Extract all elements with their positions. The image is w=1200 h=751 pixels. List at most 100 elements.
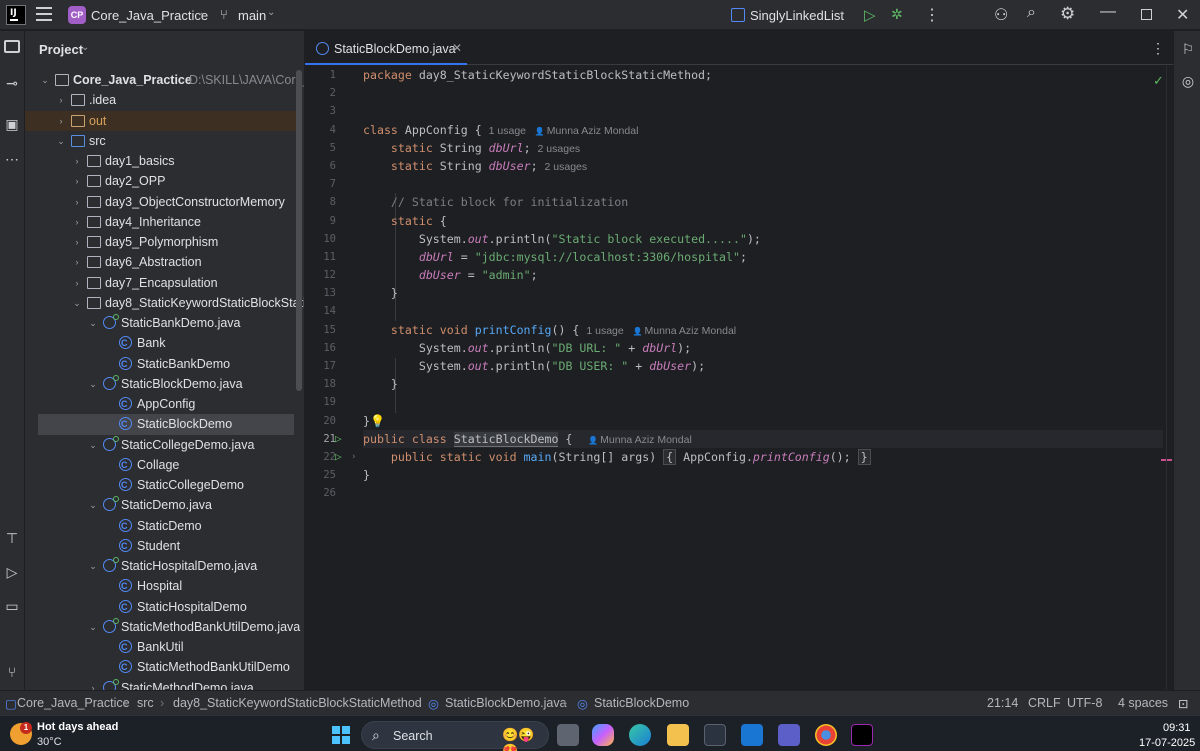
tree-item[interactable]: Student — [25, 536, 296, 556]
inlay-hint[interactable]: 2 usages — [545, 161, 588, 173]
code-line[interactable]: static { — [363, 212, 1163, 230]
code-line[interactable]: System.out.println("DB USER: " + dbUser)… — [363, 357, 1163, 375]
line-number[interactable]: 2 — [305, 84, 360, 102]
tree-item[interactable]: StaticMethodBankUtilDemo — [25, 657, 296, 677]
chevron-down-icon[interactable]: ⌄ — [88, 556, 98, 576]
more-tools-icon[interactable]: ⋯ — [3, 150, 21, 168]
code-line[interactable]: // Static block for initialization — [363, 193, 1163, 211]
chevron-down-icon[interactable]: ⌄ — [72, 293, 82, 313]
close-icon[interactable]: ✕ — [452, 41, 462, 55]
code-line[interactable]: dbUrl = "jdbc:mysql://localhost:3306/hos… — [363, 248, 1163, 266]
caret-position[interactable]: 21:14 — [987, 696, 1018, 710]
clock-time[interactable]: 09:31 — [1163, 722, 1191, 734]
inlay-hint[interactable]: 1 usage — [586, 325, 623, 337]
chevron-down-icon[interactable]: ⌄ — [838, 7, 846, 18]
line-number[interactable]: 12 — [305, 266, 360, 284]
chrome-icon[interactable] — [815, 724, 837, 746]
chevron-down-icon[interactable]: ⌄ — [196, 7, 204, 18]
inlay-hint[interactable]: 2 usages — [538, 143, 581, 155]
tree-item[interactable]: ⌄ StaticMethodBankUtilDemo.java — [25, 617, 300, 637]
chevron-down-icon[interactable]: ⌄ — [88, 313, 98, 333]
git-branch-icon[interactable]: ⑂ — [220, 7, 228, 22]
ai-assistant-icon[interactable]: ◎ — [1180, 73, 1196, 90]
store-icon[interactable] — [704, 724, 726, 746]
code-line[interactable] — [363, 175, 1163, 193]
debug-icon[interactable]: ✲ — [891, 6, 903, 23]
line-number[interactable]: 7 — [305, 175, 360, 193]
inlay-hint[interactable]: 1 usage — [489, 125, 526, 137]
intellij-taskbar-icon[interactable] — [851, 724, 873, 746]
tree-item[interactable]: › day1_basics — [25, 151, 296, 171]
line-number[interactable]: 4 — [305, 121, 360, 139]
tree-item[interactable]: › day2_OPP — [25, 171, 296, 191]
task-view-icon[interactable] — [557, 724, 579, 746]
run-config-selector[interactable]: SinglyLinkedList — [750, 8, 844, 23]
check-icon[interactable]: ✓ — [1153, 73, 1164, 89]
commit-icon[interactable]: ⊸ — [3, 74, 21, 92]
tab-staticblockdemo[interactable]: StaticBlockDemo.java ✕ — [305, 31, 467, 65]
code-line[interactable]: dbUser = "admin"; — [363, 266, 1163, 284]
chevron-down-icon[interactable]: ⌄ — [88, 435, 98, 455]
indent-setting[interactable]: 4 spaces — [1118, 696, 1168, 710]
chevron-down-icon[interactable]: ⌄ — [56, 131, 66, 151]
notifications-icon[interactable]: ⚐ — [1180, 41, 1196, 58]
line-number[interactable]: 10 — [305, 230, 360, 248]
line-number[interactable]: 26 — [305, 484, 360, 502]
line-number[interactable]: 9 — [305, 212, 360, 230]
code-line[interactable]: } — [363, 466, 1163, 484]
tree-item[interactable]: ⌄ StaticHospitalDemo.java — [25, 556, 296, 576]
close-icon[interactable]: ✕ — [1176, 5, 1189, 25]
project-switcher[interactable]: Core_Java_Practice — [91, 8, 208, 23]
inlay-hint[interactable]: Munna Aziz Mondal — [588, 434, 692, 446]
line-number[interactable]: 20 — [305, 412, 360, 430]
chevron-down-icon[interactable]: ⌄ — [88, 617, 98, 637]
minimize-icon[interactable]: — — [1100, 3, 1116, 21]
tree-item[interactable]: ⌄ StaticCollegeDemo.java — [25, 435, 296, 455]
inlay-hint[interactable] — [526, 125, 535, 137]
inlay-hint[interactable]: Munna Aziz Mondal — [535, 125, 639, 137]
chevron-right-icon[interactable]: › — [72, 192, 82, 212]
chevron-right-icon[interactable]: › — [72, 252, 82, 272]
tree-item[interactable]: › StaticMethodDemo.java — [25, 678, 296, 691]
chevron-down-icon[interactable]: ⌄ — [88, 374, 98, 394]
tree-item[interactable]: ⌄ src — [25, 131, 296, 151]
chevron-right-icon[interactable]: › — [88, 678, 98, 691]
code-line[interactable] — [363, 393, 1163, 411]
file-encoding[interactable]: UTF-8 — [1067, 696, 1102, 710]
code-line[interactable] — [363, 102, 1163, 120]
code-line[interactable] — [363, 484, 1163, 502]
line-number[interactable]: 5 — [305, 139, 360, 157]
line-number[interactable]: 3 — [305, 102, 360, 120]
line-number[interactable]: 13 — [305, 284, 360, 302]
tree-item[interactable]: StaticBankDemo — [25, 354, 296, 374]
main-menu-icon[interactable] — [36, 7, 52, 21]
inlay-hint[interactable] — [579, 434, 588, 446]
tree-item[interactable]: BankUtil — [25, 637, 296, 657]
clock-date[interactable]: 17-07-2025 — [1139, 737, 1195, 749]
teams-icon[interactable] — [778, 724, 800, 746]
tree-item[interactable]: Bank — [25, 333, 296, 353]
add-user-icon[interactable]: ⚇ — [994, 5, 1008, 25]
tree-item[interactable]: › day7_Encapsulation — [25, 273, 296, 293]
taskbar-search[interactable]: ⌕ Search 😊😜😍 — [361, 721, 549, 751]
chevron-right-icon[interactable]: › — [72, 212, 82, 232]
chevron-right-icon[interactable]: › — [56, 111, 66, 131]
line-number[interactable]: 8 — [305, 193, 360, 211]
tree-item[interactable]: StaticDemo — [25, 516, 296, 536]
tree-item[interactable]: › out — [25, 110, 296, 131]
chevron-right-icon[interactable]: › — [72, 151, 82, 171]
breadcrumb-package[interactable]: day8_StaticKeywordStaticBlockStaticMetho… — [173, 696, 422, 710]
inlay-hint[interactable] — [624, 325, 633, 337]
line-number[interactable]: 22 ▷ › — [305, 448, 360, 466]
editor-scrollbar[interactable] — [1166, 66, 1173, 690]
line-separator[interactable]: CRLF — [1028, 696, 1061, 710]
lightbulb-icon[interactable]: 💡 — [370, 414, 385, 428]
line-number[interactable]: 1 — [305, 66, 360, 84]
tree-item[interactable]: ⌄ StaticDemo.java — [25, 495, 296, 515]
tree-item[interactable]: StaticCollegeDemo — [25, 475, 296, 495]
tree-item[interactable]: › .idea — [25, 90, 296, 110]
tree-item[interactable]: ⌄ StaticBlockDemo.java — [25, 374, 296, 394]
tree-item[interactable]: › day6_Abstraction — [25, 252, 296, 272]
gear-icon[interactable]: ⚙ — [1060, 4, 1075, 24]
line-number[interactable]: 19 — [305, 393, 360, 411]
